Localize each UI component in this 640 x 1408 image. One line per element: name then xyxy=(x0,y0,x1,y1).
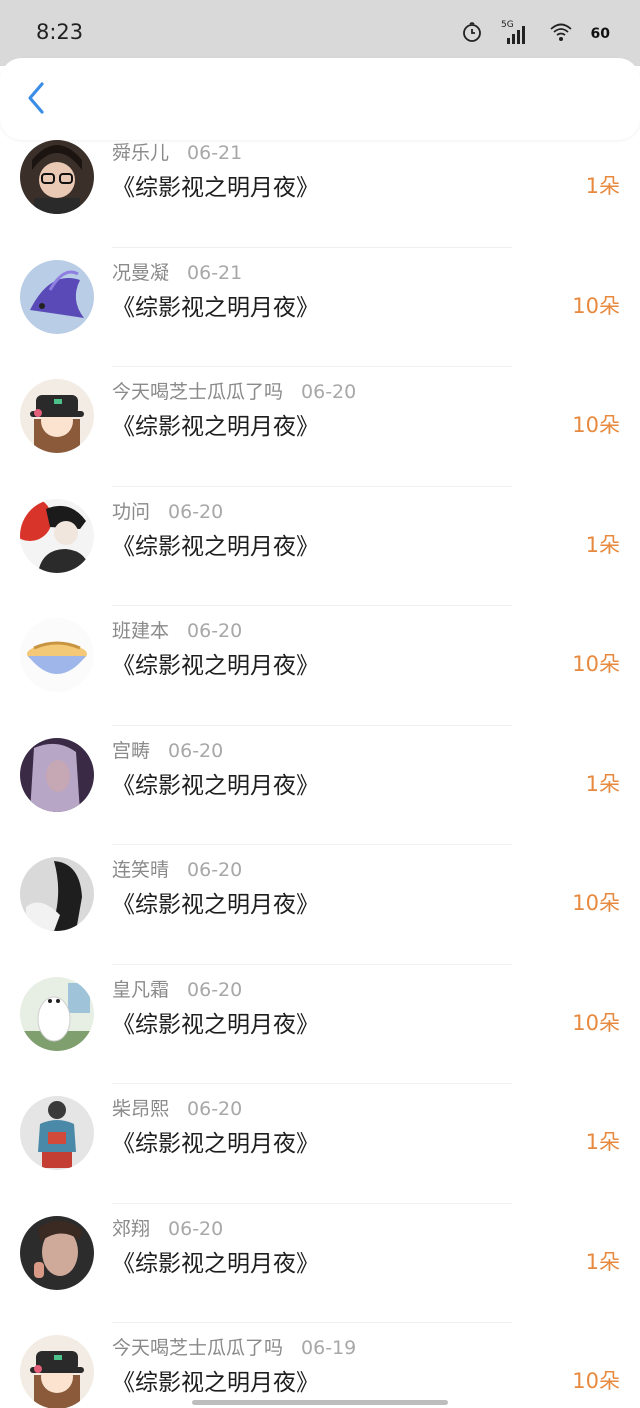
list-item[interactable]: 柴昂熙 06-20 《综影视之明月夜》 1朵 xyxy=(0,1084,640,1204)
date-label: 06-20 xyxy=(187,620,243,642)
user-name: 今天喝芝士瓜瓜了吗 xyxy=(112,1337,284,1359)
list-item[interactable]: 郊翔 06-20 《综影视之明月夜》 1朵 xyxy=(0,1204,640,1323)
user-name: 舜乐儿 xyxy=(112,142,170,164)
book-title: 《综影视之明月夜》 xyxy=(112,533,319,560)
user-name: 况曼凝 xyxy=(112,261,170,284)
user-name: 班建本 xyxy=(112,620,170,642)
list-item[interactable]: 宫畴 06-20 《综影视之明月夜》 1朵 xyxy=(0,726,640,845)
gift-count: 1朵 xyxy=(585,1249,620,1274)
book-title: 《综影视之明月夜》 xyxy=(112,414,319,440)
date-label: 06-21 xyxy=(187,142,243,164)
list-item[interactable]: 功问 06-20 《综影视之明月夜》 1朵 xyxy=(0,487,640,606)
date-label: 06-20 xyxy=(187,978,243,1001)
book-title: 《综影视之明月夜》 xyxy=(112,1370,319,1396)
jacket-figure-avatar[interactable] xyxy=(20,1096,94,1170)
betta-fish-avatar[interactable] xyxy=(20,259,94,334)
back-button[interactable] xyxy=(18,80,54,120)
gift-count: 10朵 xyxy=(572,413,620,437)
anime-boy-avatar[interactable] xyxy=(20,498,94,573)
gift-count: 1朵 xyxy=(585,771,620,796)
user-name: 柴昂熙 xyxy=(112,1098,170,1120)
gift-count: 10朵 xyxy=(572,1369,620,1393)
gift-count: 10朵 xyxy=(572,891,620,915)
date-label: 06-19 xyxy=(301,1337,357,1359)
purple-portrait-avatar[interactable] xyxy=(20,737,94,812)
list-item[interactable]: 皇凡霜 06-20 《综影视之明月夜》 10朵 xyxy=(0,965,640,1084)
date-label: 06-20 xyxy=(301,381,357,403)
user-name: 今天喝芝士瓜瓜了吗 xyxy=(112,381,284,403)
date-label: 06-20 xyxy=(168,739,224,762)
polar-bear-avatar[interactable] xyxy=(20,976,94,1051)
book-title: 《综影视之明月夜》 xyxy=(112,1011,319,1038)
date-label: 06-20 xyxy=(187,1098,243,1120)
smoking-portrait-avatar[interactable] xyxy=(20,1215,94,1290)
top-nav-bar xyxy=(0,58,640,140)
user-name: 连笑晴 xyxy=(112,859,170,881)
gift-list: 舜乐儿 06-21 《综影视之明月夜》 1朵 况曼凝 06-21 《综影视之明月夜》… xyxy=(0,0,640,1408)
user-name: 皇凡霜 xyxy=(112,978,170,1001)
book-title: 《综影视之明月夜》 xyxy=(112,892,319,918)
book-title: 《综影视之明月夜》 xyxy=(112,772,319,799)
book-title: 《综影视之明月夜》 xyxy=(112,1131,319,1157)
user-name: 宫畴 xyxy=(112,739,151,762)
date-label: 06-20 xyxy=(168,1217,224,1240)
list-item[interactable]: 况曼凝 06-21 《综影视之明月夜》 10朵 xyxy=(0,248,640,367)
cartoon-girl-hat-avatar[interactable] xyxy=(20,1335,94,1408)
book-title: 《综影视之明月夜》 xyxy=(112,1250,319,1277)
date-label: 06-21 xyxy=(187,261,243,284)
gift-count: 10朵 xyxy=(572,652,620,676)
gift-count: 10朵 xyxy=(572,293,620,318)
book-title: 《综影视之明月夜》 xyxy=(112,175,319,201)
home-indicator xyxy=(192,1400,448,1405)
dark-hair-girl-avatar[interactable] xyxy=(20,857,94,931)
book-title: 《综影视之明月夜》 xyxy=(112,294,319,321)
list-item[interactable]: 今天喝芝士瓜瓜了吗 06-19 《综影视之明月夜》 10朵 xyxy=(0,1323,640,1408)
date-label: 06-20 xyxy=(187,859,243,881)
book-title: 《综影视之明月夜》 xyxy=(112,653,319,679)
chevron-left-icon xyxy=(26,81,46,119)
user-name: 功问 xyxy=(112,500,151,523)
list-item[interactable]: 连笑晴 06-20 《综影视之明月夜》 10朵 xyxy=(0,845,640,965)
gift-count: 1朵 xyxy=(585,1130,620,1154)
user-name: 郊翔 xyxy=(112,1217,151,1240)
food-bowl-avatar[interactable] xyxy=(20,618,94,692)
gift-count: 1朵 xyxy=(585,174,620,198)
cartoon-girl-hat-avatar[interactable] xyxy=(20,379,94,453)
gift-count: 1朵 xyxy=(585,532,620,557)
list-item[interactable]: 班建本 06-20 《综影视之明月夜》 10朵 xyxy=(0,606,640,726)
gift-count: 10朵 xyxy=(572,1010,620,1035)
list-item[interactable]: 舜乐儿 06-21 《综影视之明月夜》 1朵 xyxy=(0,128,640,248)
date-label: 06-20 xyxy=(168,500,224,523)
list-item[interactable]: 今天喝芝士瓜瓜了吗 06-20 《综影视之明月夜》 10朵 xyxy=(0,367,640,487)
glasses-girl-avatar[interactable] xyxy=(20,140,94,214)
